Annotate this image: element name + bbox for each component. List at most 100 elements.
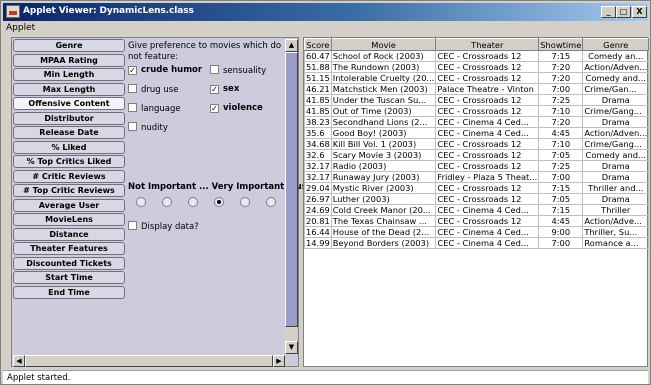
table-cell: Crime/Gang... <box>582 138 650 150</box>
column-header[interactable]: Score <box>304 38 332 51</box>
table-row[interactable]: 24.69 Cold Creek Manor (20... CEC - Cinema… <box>304 204 650 216</box>
table-row[interactable]: 51.88 The Rundown (2003) CEC - Crossroads … <box>304 61 650 73</box>
checkbox-unchecked-icon[interactable] <box>128 103 137 112</box>
table-cell: House of the Dead (2... <box>330 226 437 238</box>
criteria-nav-item[interactable]: # Critic Reviews <box>13 169 125 183</box>
checkbox-unchecked-icon[interactable] <box>210 65 219 74</box>
importance-radio[interactable] <box>214 197 224 207</box>
menu-applet[interactable]: Applet <box>6 23 35 33</box>
criteria-nav-item[interactable]: % Top Critics Liked <box>13 155 125 168</box>
importance-radio[interactable] <box>136 197 146 207</box>
table-cell: Kill Bill Vol. 1 (2003) <box>330 138 437 150</box>
table-cell: Comedy and... <box>582 72 650 84</box>
table-row[interactable]: 26.97 Luther (2003) CEC - Crossroads 12 7:0… <box>304 193 650 205</box>
checkbox-checked-icon[interactable]: ✓ <box>210 85 219 94</box>
minimize-button[interactable]: _ <box>601 6 616 18</box>
table-cell: Drama <box>582 171 650 183</box>
scroll-up-icon[interactable]: ▲ <box>285 39 298 52</box>
table-cell: Crime/Gan... <box>582 83 650 95</box>
content-option-checkbox[interactable]: nudity <box>128 122 168 133</box>
table-row[interactable]: 29.04 Mystic River (2003) CEC - Crossroads… <box>304 182 650 194</box>
criteria-nav-item[interactable]: Discounted Tickets <box>13 256 125 270</box>
table-row[interactable]: 60.47 School of Rock (2003) CEC - Crossroa… <box>304 50 650 62</box>
display-data-checkbox[interactable]: Display data? <box>128 221 199 232</box>
content-option-checkbox[interactable]: drug use <box>128 84 178 95</box>
content-option-label: crude humor <box>141 65 203 75</box>
table-cell: 7:10 <box>538 138 584 150</box>
scroll-down-icon[interactable]: ▼ <box>285 341 298 354</box>
content-option-checkbox[interactable]: sensuality <box>210 65 266 76</box>
table-row[interactable]: 38.23 Secondhand Lions (2... CEC - Cinema … <box>304 116 650 128</box>
horizontal-scrollbar[interactable]: ◀ ▶ <box>13 355 285 367</box>
criteria-nav-item[interactable]: Release Date <box>13 126 125 139</box>
scroll-right-icon[interactable]: ▶ <box>273 355 285 367</box>
table-row[interactable]: 20.81 The Texas Chainsaw ... CEC - Crossro… <box>304 215 650 227</box>
table-cell: CEC - Cinema 4 Ced... <box>435 237 540 249</box>
table-cell: 7:25 <box>538 160 584 172</box>
applet-icon <box>6 5 20 18</box>
content-option-checkbox[interactable]: ✓ crude humor <box>128 65 202 75</box>
table-cell: Cold Creek Manor (20... <box>330 204 437 216</box>
display-data-label: Display data? <box>141 222 199 232</box>
table-cell: 32.17 <box>304 171 332 183</box>
checkbox-unchecked-icon[interactable] <box>128 84 137 93</box>
scroll-left-icon[interactable]: ◀ <box>13 355 25 367</box>
table-cell: 7:15 <box>538 204 584 216</box>
table-cell: 51.15 <box>304 72 332 84</box>
vertical-scroll-thumb[interactable] <box>285 52 298 327</box>
importance-radio[interactable] <box>266 197 276 207</box>
table-cell: CEC - Cinema 4 Ced... <box>435 116 540 128</box>
column-header[interactable]: Showtime <box>538 38 584 51</box>
table-row[interactable]: 32.17 Runaway Jury (2003) Fridley - Plaza … <box>304 171 650 183</box>
criteria-nav-item[interactable]: MovieLens <box>13 213 125 226</box>
table-row[interactable]: 41.85 Under the Tuscan Su... CEC - Crossro… <box>304 94 650 106</box>
table-row[interactable]: 41.85 Out of Time (2003) CEC - Crossroads … <box>304 105 650 117</box>
criteria-nav-item[interactable]: # Top Critic Reviews <box>13 184 125 197</box>
content-option-checkbox[interactable]: ✓ sex <box>210 84 239 94</box>
criteria-nav-item[interactable]: Max Length <box>13 82 125 96</box>
table-row[interactable]: 32.17 Radio (2003) CEC - Crossroads 12 7:25… <box>304 160 650 172</box>
criteria-nav-item[interactable]: Offensive Content <box>13 97 125 110</box>
table-row[interactable]: 46.21 Matchstick Men (2003) Palace Theatre… <box>304 83 650 95</box>
importance-radio[interactable] <box>188 197 198 207</box>
table-cell: 51.88 <box>304 61 332 73</box>
table-row[interactable]: 51.15 Intolerable Cruelty (20... CEC - Cro… <box>304 72 650 84</box>
display-data-box[interactable] <box>128 221 137 230</box>
table-cell: School of Rock (2003) <box>330 50 437 62</box>
criteria-nav-item[interactable]: Distributor <box>13 111 125 125</box>
checkbox-unchecked-icon[interactable] <box>128 122 137 131</box>
table-cell: CEC - Crossroads 12 <box>435 160 540 172</box>
column-header[interactable]: Genre <box>582 38 650 51</box>
table-row[interactable]: 14.99 Beyond Borders (2003) CEC - Cinema 4… <box>304 237 650 249</box>
table-row[interactable]: 32.6 Scary Movie 3 (2003) CEC - Crossroads… <box>304 149 650 161</box>
table-row[interactable]: 35.6 Good Boy! (2003) CEC - Cinema 4 Ced..… <box>304 127 650 139</box>
table-cell: Action/Adven... <box>582 127 650 139</box>
table-row[interactable]: 16.44 House of the Dead (2... CEC - Cinema… <box>304 226 650 238</box>
table-cell: 7:20 <box>538 116 584 128</box>
criteria-nav-item[interactable]: Start Time <box>13 271 125 284</box>
table-cell: Drama <box>582 116 650 128</box>
criteria-nav-item[interactable]: Theater Features <box>13 242 125 255</box>
horizontal-scroll-thumb[interactable] <box>25 355 273 367</box>
column-header[interactable]: Theater <box>435 38 540 51</box>
criteria-nav-item[interactable]: Genre <box>13 39 125 52</box>
table-row[interactable]: 34.68 Kill Bill Vol. 1 (2003) CEC - Crossr… <box>304 138 650 150</box>
title-bar[interactable]: Applet Viewer: DynamicLens.class _ □ X <box>3 3 648 21</box>
close-button[interactable]: X <box>632 6 647 18</box>
vertical-scrollbar[interactable]: ▲ ▼ <box>285 39 298 354</box>
checkbox-checked-icon[interactable]: ✓ <box>210 104 219 113</box>
importance-radio[interactable] <box>240 197 250 207</box>
maximize-button[interactable]: □ <box>616 6 631 18</box>
content-option-checkbox[interactable]: ✓ violence <box>210 103 263 113</box>
column-header[interactable]: Movie <box>330 38 437 51</box>
table-cell: Fridley - Plaza 5 Theat... <box>435 171 540 183</box>
criteria-nav-item[interactable]: Min Length <box>13 68 125 81</box>
importance-radio[interactable] <box>162 197 172 207</box>
criteria-nav-item[interactable]: Average User <box>13 198 125 212</box>
checkbox-checked-icon[interactable]: ✓ <box>128 66 137 75</box>
criteria-nav-item[interactable]: End Time <box>13 285 125 299</box>
criteria-nav-item[interactable]: MPAA Rating <box>13 53 125 67</box>
content-option-checkbox[interactable]: language <box>128 103 181 114</box>
criteria-nav-item[interactable]: Distance <box>13 227 125 241</box>
criteria-nav-item[interactable]: % Liked <box>13 140 125 154</box>
